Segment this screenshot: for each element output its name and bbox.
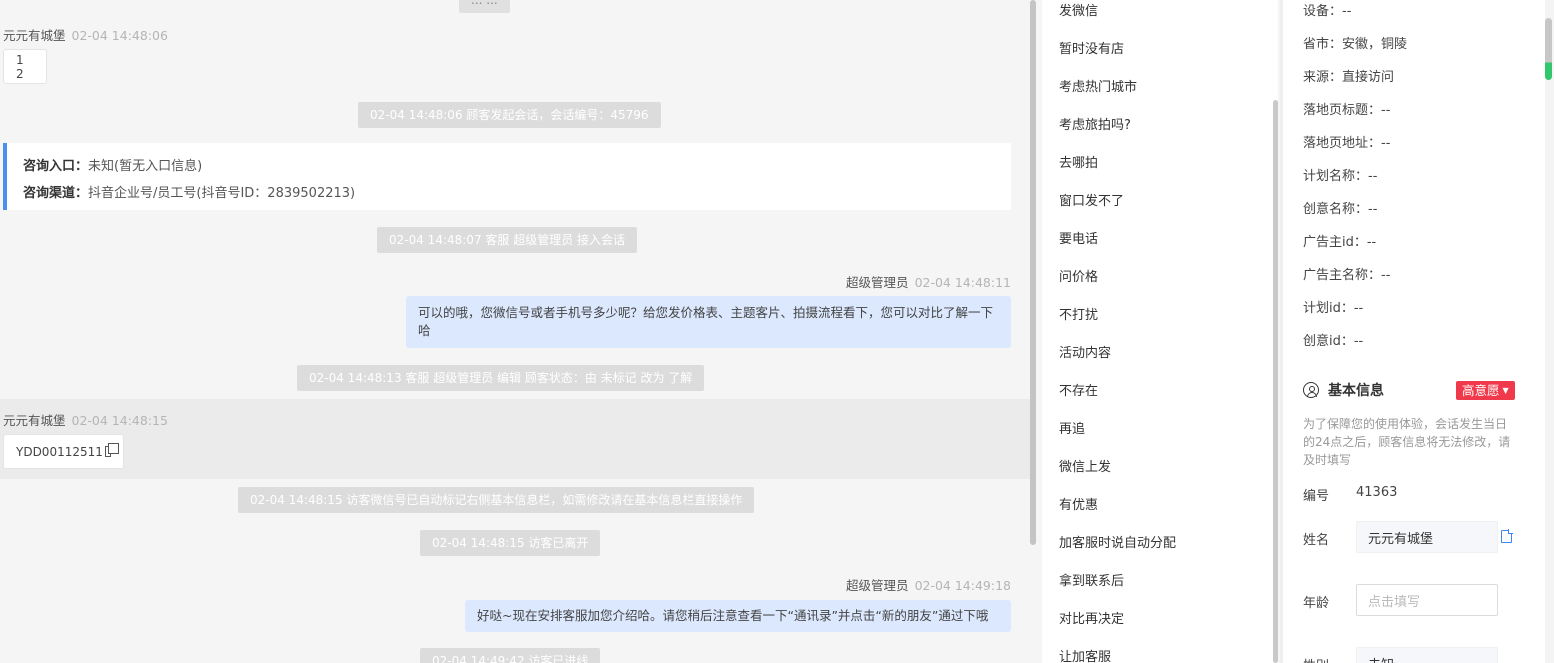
quick-reply-item[interactable]: 微信上发 (1059, 456, 1111, 475)
quick-reply-item[interactable]: 要电话 (1059, 228, 1098, 247)
section-title: 基本信息 (1328, 383, 1384, 399)
field-advertiser-id: 广告主id：-- (1303, 235, 1377, 250)
age-label: 年龄 (1303, 596, 1330, 611)
sender-name: 超级管理员 (846, 578, 909, 593)
edit-notice: 为了保障您的使用体验，会话发生当日的24点之后，顾客信息将无法修改，请及时填写 (1303, 417, 1511, 467)
document-icon[interactable] (1501, 529, 1513, 543)
system-message: 02-04 14:48:06 顾客发起会话，会话编号：45796 (358, 102, 661, 128)
customer-info-panel: 设备：-- 省市：安徽，铜陵 来源：直接访问 落地页标题：-- 落地页地址：--… (1283, 0, 1554, 663)
field-advertiser-name: 广告主名称：-- (1303, 268, 1391, 283)
message-meta: 超级管理员 02-04 14:48:11 (846, 272, 1011, 291)
quick-reply-item[interactable]: 拿到联系后 (1059, 570, 1124, 589)
quick-reply-scrollbar-thumb[interactable] (1273, 100, 1278, 663)
gender-label: 性别 (1303, 655, 1329, 663)
message-time: 02-04 14:48:15 (71, 413, 168, 428)
field-landing-title: 落地页标题：-- (1303, 103, 1391, 118)
sender-name: 超级管理员 (846, 275, 909, 290)
incoming-message: 1 2 (3, 49, 47, 84)
consult-info-card: 咨询入口：未知(暂无入口信息) 咨询渠道：抖音企业号/员工号(抖音号ID：283… (3, 143, 1011, 210)
field-landing-url: 落地页地址：-- (1303, 136, 1391, 151)
quick-reply-item[interactable]: 考虑旅拍吗? (1059, 114, 1131, 133)
outgoing-message: 好哒~现在安排客服加您介绍哈。请您稍后注意查看一下“通讯录”并点击“新的朋友”通… (465, 600, 1011, 632)
consult-entry-label: 咨询入口： (23, 159, 89, 174)
customer-scrollbar-thumb[interactable] (1545, 18, 1552, 80)
field-region: 省市：安徽，铜陵 (1303, 37, 1408, 52)
field-device: 设备：-- (1303, 4, 1352, 19)
quick-reply-item[interactable]: 窗口发不了 (1059, 190, 1124, 209)
quick-reply-item[interactable]: 暂时没有店 (1059, 38, 1124, 57)
message-text: YDD00112511 (16, 444, 103, 459)
system-message: 02-04 14:48:15 访客微信号已自动标记右侧基本信息栏，如需修改请在基… (238, 487, 755, 513)
quick-reply-item[interactable]: 不存在 (1059, 380, 1098, 399)
field-plan-name: 计划名称：-- (1303, 169, 1378, 184)
sender-name: 元元有城堡 (3, 413, 66, 428)
system-message-clipped: ... ... (459, 0, 510, 13)
message-meta: 元元有城堡 02-04 14:48:15 (3, 410, 168, 429)
consult-channel-value: 抖音企业号/员工号(抖音号ID：2839502213) (88, 186, 356, 201)
caret-down-icon: ▼ (1502, 386, 1509, 395)
message-meta: 元元有城堡 02-04 14:48:06 (3, 25, 168, 44)
chat-scrollbar-thumb[interactable] (1030, 0, 1036, 545)
field-source: 来源：直接访问 (1303, 70, 1395, 85)
customer-scrollbar-track[interactable] (1545, 0, 1554, 663)
age-field[interactable]: 点击填写 (1356, 584, 1498, 616)
quick-reply-item[interactable]: 让加客服 (1059, 646, 1111, 663)
quick-reply-item[interactable]: 不打扰 (1059, 304, 1098, 323)
copy-icon[interactable] (104, 443, 120, 457)
basic-info-header: 基本信息 (1303, 380, 1384, 400)
system-message: 02-04 14:48:15 访客已离开 (420, 530, 601, 556)
user-circle-icon (1303, 382, 1319, 398)
system-message: 02-04 14:48:07 客服 超级管理员 接入会话 (377, 227, 638, 253)
quick-reply-item[interactable]: 有优惠 (1059, 494, 1098, 513)
id-label: 编号 (1303, 489, 1330, 504)
name-field[interactable]: 元元有城堡 (1356, 521, 1498, 553)
system-message: 02-04 14:48:13 客服 超级管理员 编辑 顾客状态：由 未标记 改为… (297, 365, 705, 391)
message-time: 02-04 14:48:06 (71, 28, 168, 43)
quick-reply-item[interactable]: 去哪拍 (1059, 152, 1098, 171)
workspace: ... ... 元元有城堡 02-04 14:48:06 1 2 02-04 14… (0, 0, 1554, 663)
sender-name: 元元有城堡 (3, 28, 66, 43)
quick-reply-panel: 发微信 暂时没有店 考虑热门城市 考虑旅拍吗? 去哪拍 窗口发不了 要电话 问价… (1042, 0, 1278, 663)
quick-reply-item[interactable]: 发微信 (1059, 0, 1098, 19)
intent-level-dropdown[interactable]: 高意愿 ▼ (1456, 381, 1515, 400)
system-message: 02-04 14:49:42 访客已进线 (420, 648, 601, 663)
incoming-message[interactable]: YDD00112511 (3, 434, 124, 469)
message-time: 02-04 14:48:11 (914, 275, 1011, 290)
quick-reply-item[interactable]: 问价格 (1059, 266, 1098, 285)
message-time: 02-04 14:49:18 (914, 578, 1011, 593)
name-label: 姓名 (1303, 533, 1330, 548)
chat-panel: ... ... 元元有城堡 02-04 14:48:06 1 2 02-04 14… (0, 0, 1036, 663)
quick-reply-item[interactable]: 再追 (1059, 418, 1085, 437)
quick-reply-item[interactable]: 对比再决定 (1059, 608, 1124, 627)
consult-entry-row: 咨询入口：未知(暂无入口信息) (23, 153, 1011, 180)
consult-channel-row: 咨询渠道：抖音企业号/员工号(抖音号ID：2839502213) (23, 180, 1011, 207)
quick-reply-item[interactable]: 活动内容 (1059, 342, 1111, 361)
field-creative-id: 创意id：-- (1303, 334, 1364, 349)
message-meta: 超级管理员 02-04 14:49:18 (846, 575, 1011, 594)
quick-reply-item[interactable]: 考虑热门城市 (1059, 76, 1137, 95)
intent-level-label: 高意愿 (1462, 383, 1500, 398)
gender-select[interactable]: 未知 (1356, 647, 1498, 663)
field-plan-id: 计划id：-- (1303, 301, 1364, 316)
outgoing-message: 可以的哦，您微信号或者手机号多少呢？给您发价格表、主题客片、拍摄流程看下，您可以… (406, 296, 1011, 348)
consult-channel-label: 咨询渠道： (23, 186, 89, 201)
consult-entry-value: 未知(暂无入口信息) (88, 159, 203, 174)
id-value: 41363 (1356, 485, 1398, 500)
quick-reply-item[interactable]: 加客服时说自动分配 (1059, 532, 1176, 551)
field-creative-name: 创意名称：-- (1303, 202, 1378, 217)
